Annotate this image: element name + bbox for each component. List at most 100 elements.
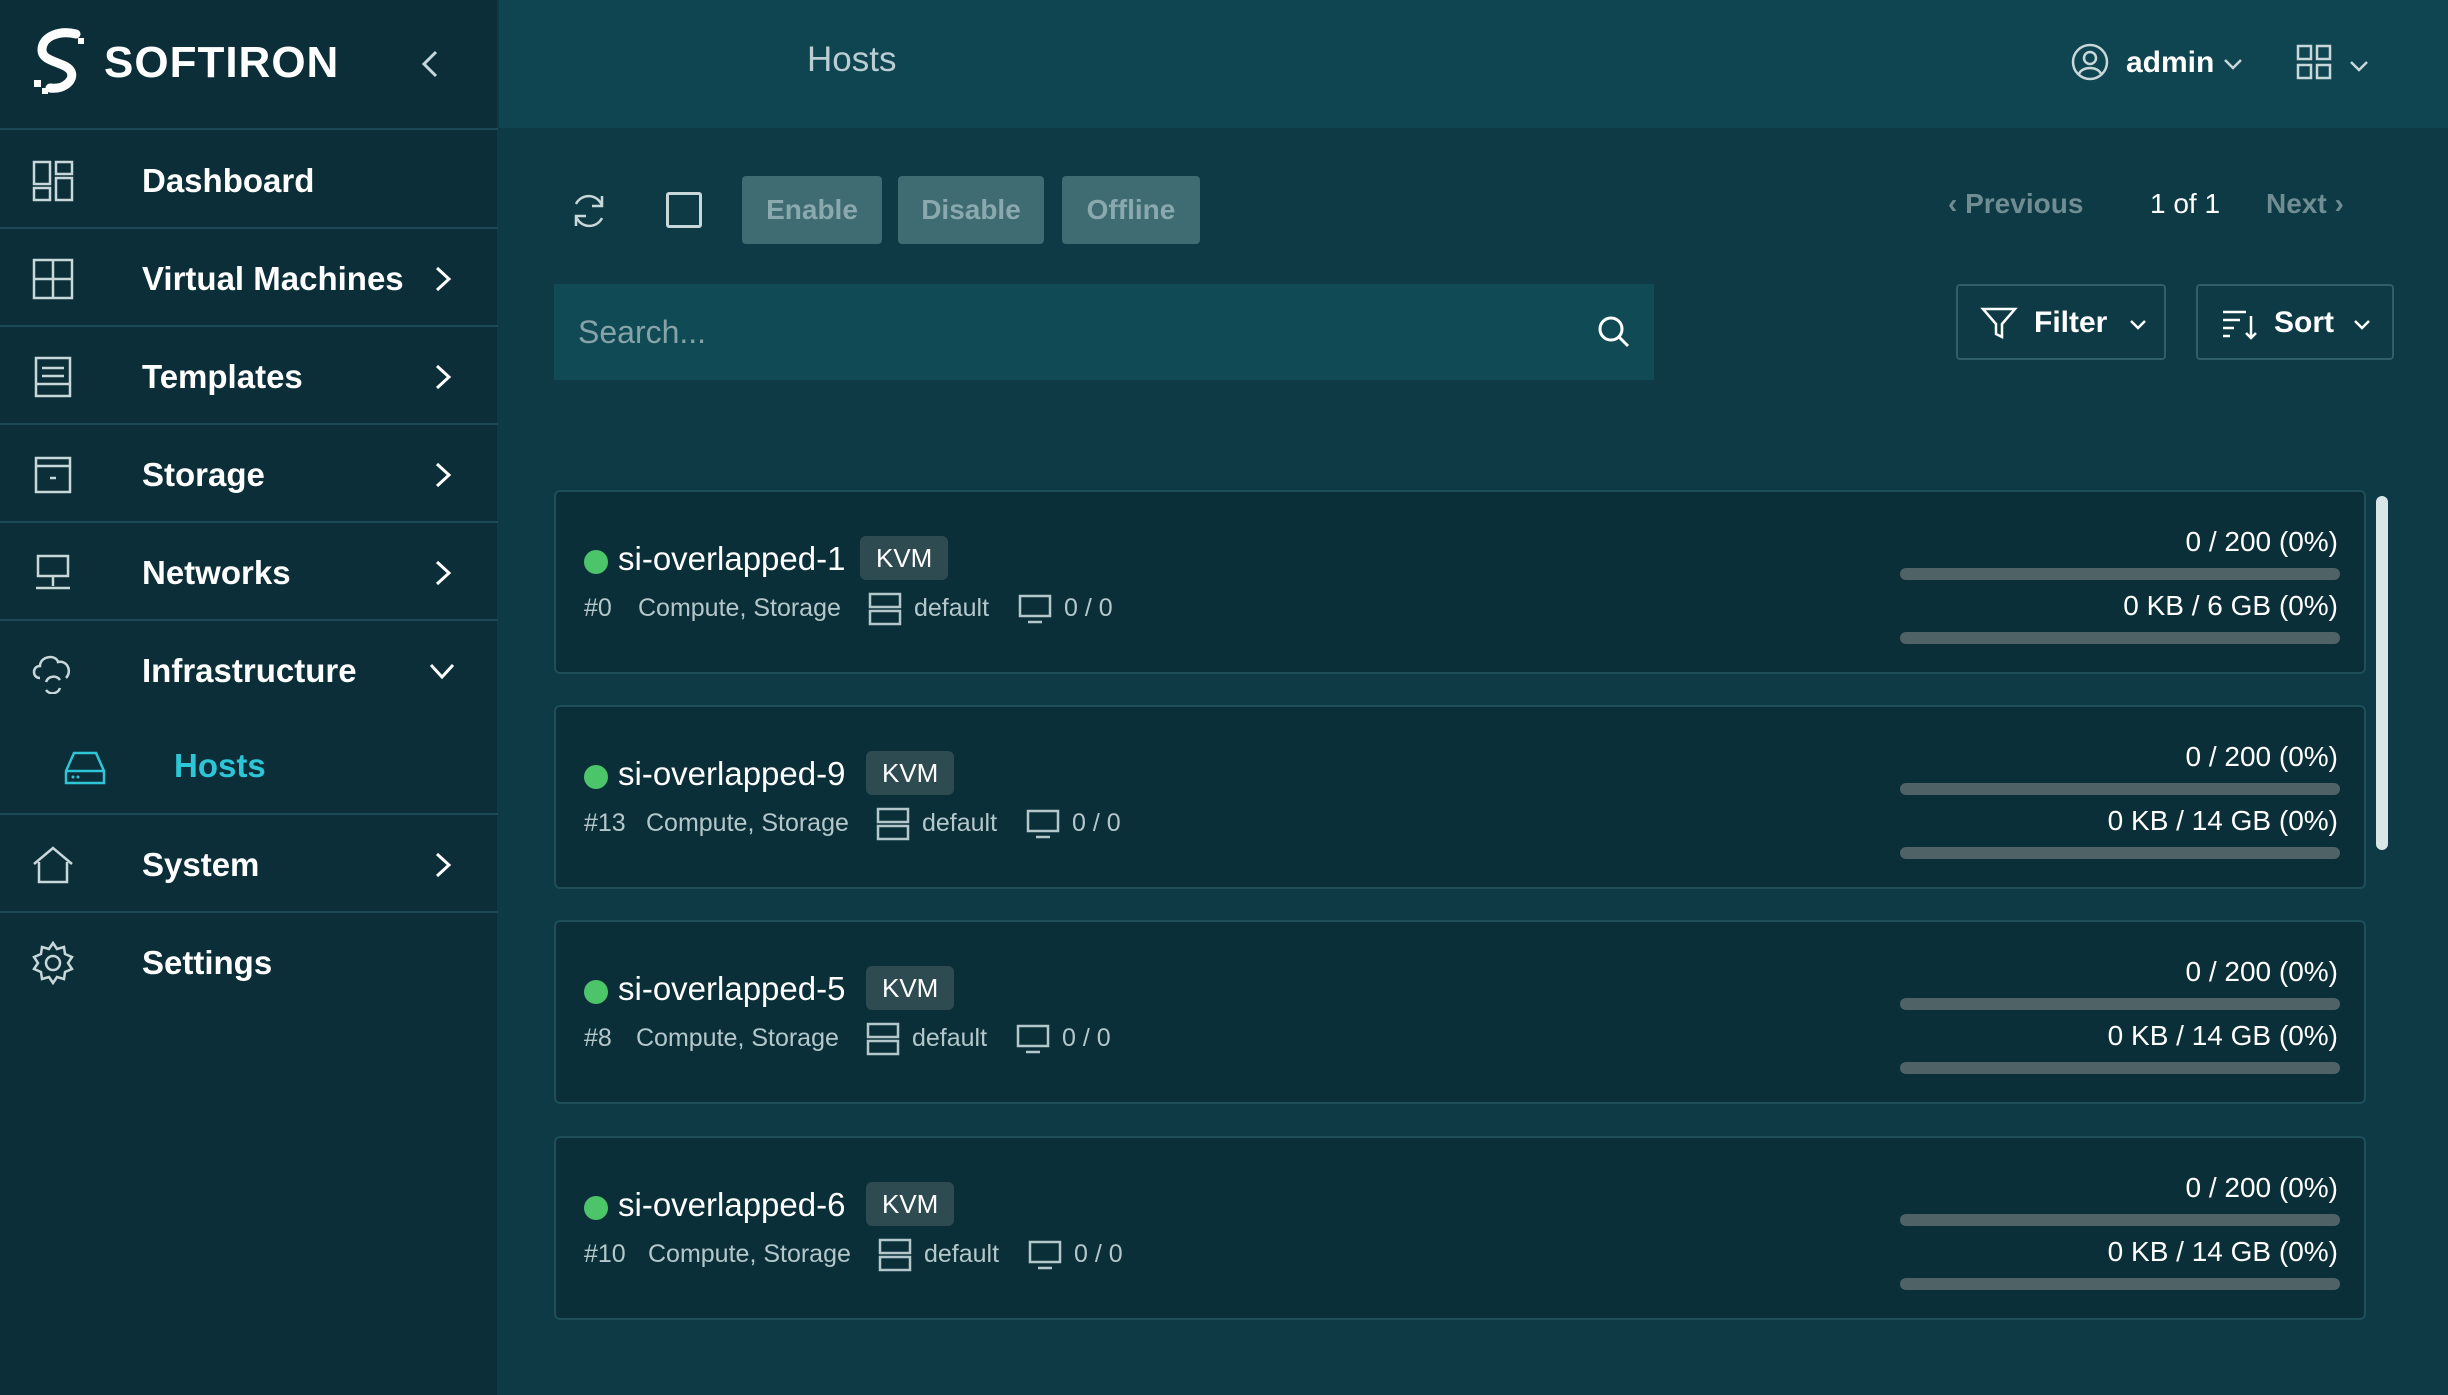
sidebar-item-label: Storage bbox=[142, 456, 265, 493]
sidebar-item-label: Settings bbox=[142, 944, 273, 981]
chevron-down-icon bbox=[2354, 320, 2370, 330]
host-roles: Compute, Storage bbox=[648, 1240, 851, 1268]
memory-usage: 0 KB / 14 GB (0%) bbox=[2107, 805, 2338, 836]
host-id: #8 bbox=[584, 1024, 612, 1052]
user-avatar-icon[interactable] bbox=[2070, 42, 2110, 82]
enable-button[interactable]: Enable bbox=[742, 176, 882, 244]
previous-page-button[interactable]: ‹ Previous bbox=[1948, 188, 2083, 220]
sidebar-item-label: Networks bbox=[142, 554, 291, 591]
host-id: #10 bbox=[584, 1240, 626, 1268]
host-card[interactable]: si-overlapped-5 KVM #8 Compute, Storage … bbox=[554, 920, 2366, 1104]
sidebar-item-label: Dashboard bbox=[142, 162, 315, 199]
chevron-down-icon[interactable] bbox=[2222, 56, 2244, 72]
filter-label: Filter bbox=[2034, 306, 2108, 339]
sidebar-item-virtual-machines[interactable]: Virtual Machines bbox=[0, 230, 498, 327]
search-input[interactable] bbox=[554, 284, 1554, 380]
select-all-checkbox[interactable] bbox=[666, 192, 702, 228]
cpu-usage: 0 / 200 (0%) bbox=[2185, 526, 2338, 557]
brand-name: SOFTIRON bbox=[104, 38, 340, 87]
host-roles: Compute, Storage bbox=[638, 594, 841, 622]
previous-label: Previous bbox=[1965, 188, 2084, 219]
memory-usage-bar bbox=[1900, 632, 2340, 644]
cpu-usage-bar bbox=[1900, 998, 2340, 1010]
host-cluster: default bbox=[914, 594, 990, 622]
host-name: si-overlapped-9 bbox=[618, 755, 846, 792]
page-indicator: 1 of 1 bbox=[2150, 188, 2221, 219]
next-label: Next bbox=[2266, 188, 2327, 219]
chevron-right-icon bbox=[435, 852, 452, 878]
offline-button[interactable]: Offline bbox=[1062, 176, 1200, 244]
host-card[interactable]: si-overlapped-6 KVM #10 Compute, Storage… bbox=[554, 1136, 2366, 1320]
refresh-icon[interactable] bbox=[568, 190, 610, 232]
memory-usage-bar bbox=[1900, 1062, 2340, 1074]
dashboard-icon bbox=[32, 160, 74, 202]
host-vms: 0 / 0 bbox=[1074, 1240, 1123, 1268]
chevron-right-icon bbox=[435, 266, 452, 292]
virtual-machines-icon bbox=[32, 258, 74, 300]
host-id: #13 bbox=[584, 809, 626, 837]
host-name: si-overlapped-6 bbox=[618, 1186, 846, 1223]
sidebar-item-dashboard[interactable]: Dashboard bbox=[0, 132, 498, 229]
cpu-usage-bar bbox=[1900, 568, 2340, 580]
sidebar: SOFTIRON Dashboard Virtual Machines Temp… bbox=[0, 0, 498, 1395]
memory-usage: 0 KB / 6 GB (0%) bbox=[2123, 590, 2338, 621]
softiron-logo-icon bbox=[34, 28, 84, 94]
chevron-down-icon bbox=[429, 663, 455, 680]
sidebar-item-templates[interactable]: Templates bbox=[0, 328, 498, 425]
sidebar-subitem-label: Hosts bbox=[174, 747, 266, 784]
cpu-usage: 0 / 200 (0%) bbox=[2185, 1172, 2338, 1203]
collapse-sidebar-icon[interactable] bbox=[412, 40, 448, 88]
host-vms: 0 / 0 bbox=[1062, 1024, 1111, 1052]
storage-icon bbox=[34, 456, 72, 494]
cluster-icon bbox=[868, 592, 902, 626]
sort-label: Sort bbox=[2274, 306, 2334, 339]
cpu-usage-bar bbox=[1900, 783, 2340, 795]
monitor-icon bbox=[1018, 594, 1052, 624]
templates-icon bbox=[34, 356, 72, 398]
cluster-icon bbox=[878, 1238, 912, 1272]
cpu-usage: 0 / 200 (0%) bbox=[2185, 956, 2338, 987]
status-online-indicator bbox=[584, 550, 608, 574]
monitor-icon bbox=[1026, 809, 1060, 839]
cluster-icon bbox=[866, 1022, 900, 1056]
sidebar-subitem-hosts[interactable]: Hosts bbox=[0, 717, 498, 815]
host-vms: 0 / 0 bbox=[1072, 809, 1121, 837]
host-vms: 0 / 0 bbox=[1064, 594, 1113, 622]
filter-dropdown[interactable]: Filter bbox=[1956, 284, 2166, 360]
scrollbar-thumb[interactable] bbox=[2376, 496, 2388, 850]
sidebar-item-label: Templates bbox=[142, 358, 303, 395]
monitor-icon bbox=[1016, 1024, 1050, 1054]
search-icon[interactable] bbox=[1594, 312, 1634, 352]
host-card[interactable]: si-overlapped-1 KVM #0 Compute, Storage … bbox=[554, 490, 2366, 674]
status-online-indicator bbox=[584, 980, 608, 1004]
sidebar-item-storage[interactable]: Storage bbox=[0, 426, 498, 523]
host-card[interactable]: si-overlapped-9 KVM #13 Compute, Storage… bbox=[554, 705, 2366, 889]
sidebar-item-system[interactable]: System bbox=[0, 816, 498, 913]
page-title: Hosts bbox=[807, 40, 897, 79]
disable-button[interactable]: Disable bbox=[898, 176, 1044, 244]
chevron-down-icon[interactable] bbox=[2348, 58, 2370, 74]
hypervisor-badge: KVM bbox=[866, 751, 955, 795]
monitor-icon bbox=[1028, 1240, 1062, 1270]
chevron-right-icon bbox=[435, 560, 452, 586]
memory-usage-bar bbox=[1900, 847, 2340, 859]
cloud-sync-icon bbox=[32, 655, 70, 694]
host-cluster: default bbox=[912, 1024, 988, 1052]
hypervisor-badge: KVM bbox=[860, 536, 949, 580]
sort-dropdown[interactable]: Sort bbox=[2196, 284, 2394, 360]
memory-usage: 0 KB / 14 GB (0%) bbox=[2107, 1020, 2338, 1051]
memory-usage-bar bbox=[1900, 1278, 2340, 1290]
sidebar-item-infrastructure[interactable]: Infrastructure bbox=[0, 622, 498, 719]
host-id: #0 bbox=[584, 594, 612, 622]
next-page-button[interactable]: Next › bbox=[2266, 188, 2344, 220]
chevron-right-icon bbox=[435, 364, 452, 390]
chevron-down-icon bbox=[2130, 320, 2146, 330]
sidebar-item-networks[interactable]: Networks bbox=[0, 524, 498, 621]
user-menu-name[interactable]: admin bbox=[2126, 46, 2214, 80]
hypervisor-badge: KVM bbox=[866, 966, 955, 1010]
apps-grid-icon[interactable] bbox=[2296, 44, 2332, 80]
filter-icon bbox=[1980, 307, 2018, 340]
sidebar-item-label: Virtual Machines bbox=[142, 260, 404, 297]
host-roles: Compute, Storage bbox=[646, 809, 849, 837]
sidebar-item-settings[interactable]: Settings bbox=[0, 914, 498, 1011]
